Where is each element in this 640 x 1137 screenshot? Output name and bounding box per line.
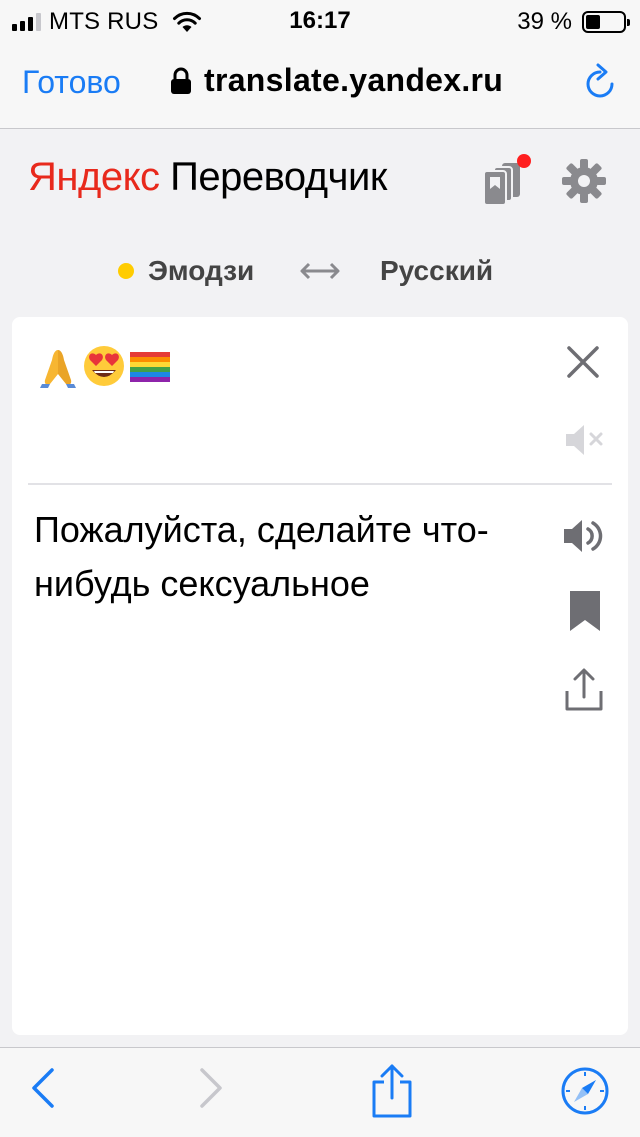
lock-icon [171, 67, 191, 94]
target-language-label: Русский [380, 255, 494, 286]
reload-icon[interactable] [582, 62, 618, 102]
share-icon[interactable] [368, 1062, 416, 1118]
yandex-translate-logo[interactable]: Яндекс Переводчик [28, 155, 387, 200]
source-language-label: Эмодзи [148, 255, 255, 286]
back-icon[interactable] [30, 1066, 56, 1110]
logo-product: Переводчик [170, 155, 387, 199]
rainbow-flag-emoji [130, 352, 170, 382]
source-language-button[interactable]: Эмодзи [118, 255, 254, 287]
battery-percent: 39 % [517, 8, 572, 35]
status-bar: MTS RUS 16:17 39 % [0, 0, 640, 40]
card-divider [28, 483, 612, 485]
page-content: Яндекс Переводчик Эмодзи Русский Пожалуй… [0, 129, 640, 1047]
bookmarks-icon[interactable] [480, 151, 534, 207]
bookmark-icon[interactable] [568, 589, 602, 633]
translation-card: Пожалуйста, сделайте что-нибудь сексуаль… [12, 317, 628, 1035]
forward-icon[interactable] [198, 1066, 224, 1110]
logo-brand: Яндекс [28, 155, 160, 199]
folded-hands-emoji [40, 350, 76, 388]
swap-arrows-icon[interactable] [298, 259, 342, 283]
done-button[interactable]: Готово [22, 64, 121, 101]
browser-address-bar: Готово translate.yandex.ru [0, 40, 640, 129]
status-right: 39 % [517, 8, 630, 36]
battery-fill [586, 15, 601, 29]
heart-eyes-emoji [84, 346, 124, 386]
share-translation-icon[interactable] [564, 667, 604, 713]
browser-toolbar [0, 1047, 640, 1137]
url-field[interactable]: translate.yandex.ru [170, 62, 503, 99]
settings-icon[interactable] [560, 157, 608, 205]
clear-icon[interactable] [566, 345, 600, 379]
battery-cap [627, 19, 630, 26]
translation-text: Пожалуйста, сделайте что-нибудь сексуаль… [34, 509, 489, 604]
mute-icon[interactable] [564, 421, 606, 459]
url-text: translate.yandex.ru [204, 62, 504, 98]
compass-icon[interactable] [560, 1066, 610, 1116]
target-language-button[interactable]: Русский [380, 255, 493, 287]
source-language-dot [118, 263, 134, 279]
battery-icon [582, 11, 630, 33]
speaker-icon[interactable] [562, 515, 608, 557]
source-text-input[interactable] [36, 341, 172, 391]
language-selector: Эмодзи Русский [0, 247, 640, 297]
